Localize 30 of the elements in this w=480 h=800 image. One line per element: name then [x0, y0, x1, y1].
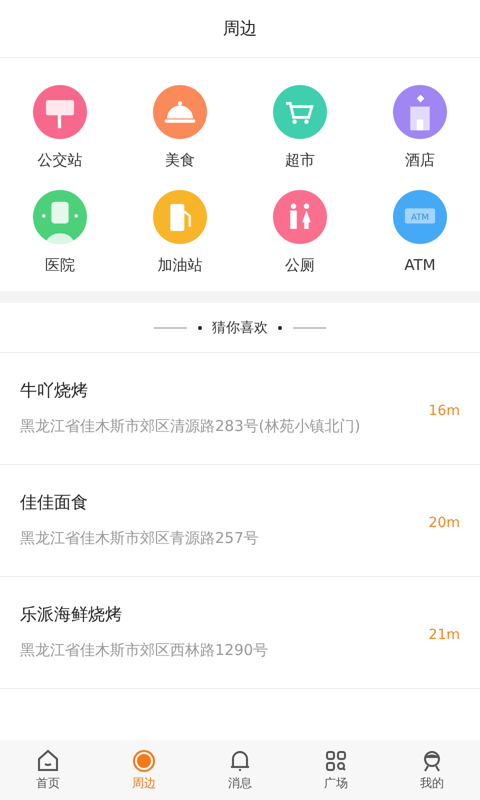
- category-link[interactable]: 公厕: [285, 256, 315, 275]
- category-link[interactable]: 医院: [45, 256, 75, 275]
- divider-ornament-icon: [276, 324, 326, 332]
- category-link[interactable]: 公交站: [38, 151, 82, 170]
- home-icon: [36, 748, 60, 772]
- category-link[interactable]: ATM: [404, 256, 436, 274]
- tab-bar-item[interactable]: 消息: [192, 740, 288, 800]
- section-title: 猜你喜欢: [212, 318, 268, 336]
- tab-bar-item[interactable]: 我的: [384, 740, 480, 800]
- place-distance: 21m: [428, 626, 460, 642]
- place-distance: 16m: [428, 402, 460, 418]
- divider-ornament-icon: [154, 324, 204, 332]
- page-title: 周边: [223, 18, 257, 40]
- place-address: 黑龙江省佳木斯市郊区西林路1290号: [20, 640, 270, 661]
- place-address: 黑龙江省佳木斯市郊区青源路257号: [20, 528, 260, 549]
- place-distance: 20m: [428, 514, 460, 530]
- category-link[interactable]: 美食: [165, 151, 195, 170]
- bell-icon: [228, 748, 252, 772]
- grid-icon: [324, 748, 348, 772]
- category-link[interactable]: 超市: [285, 151, 315, 170]
- tab-bar-item[interactable]: 首页: [0, 740, 96, 800]
- category-link[interactable]: 加油站: [158, 256, 202, 275]
- tab-bar-item[interactable]: 广场: [288, 740, 384, 800]
- target-icon: [132, 748, 156, 772]
- atm-icon: ATM: [393, 190, 447, 244]
- place-address: 黑龙江省佳木斯市郊区清源路283号(林苑小镇北门): [20, 416, 362, 437]
- category-link[interactable]: 酒店: [405, 151, 435, 170]
- place-name[interactable]: 牛吖烧烤: [20, 379, 409, 402]
- place-name[interactable]: 乐派海鲜烧烤: [20, 603, 409, 626]
- place-name[interactable]: 佳佳面食: [20, 491, 409, 514]
